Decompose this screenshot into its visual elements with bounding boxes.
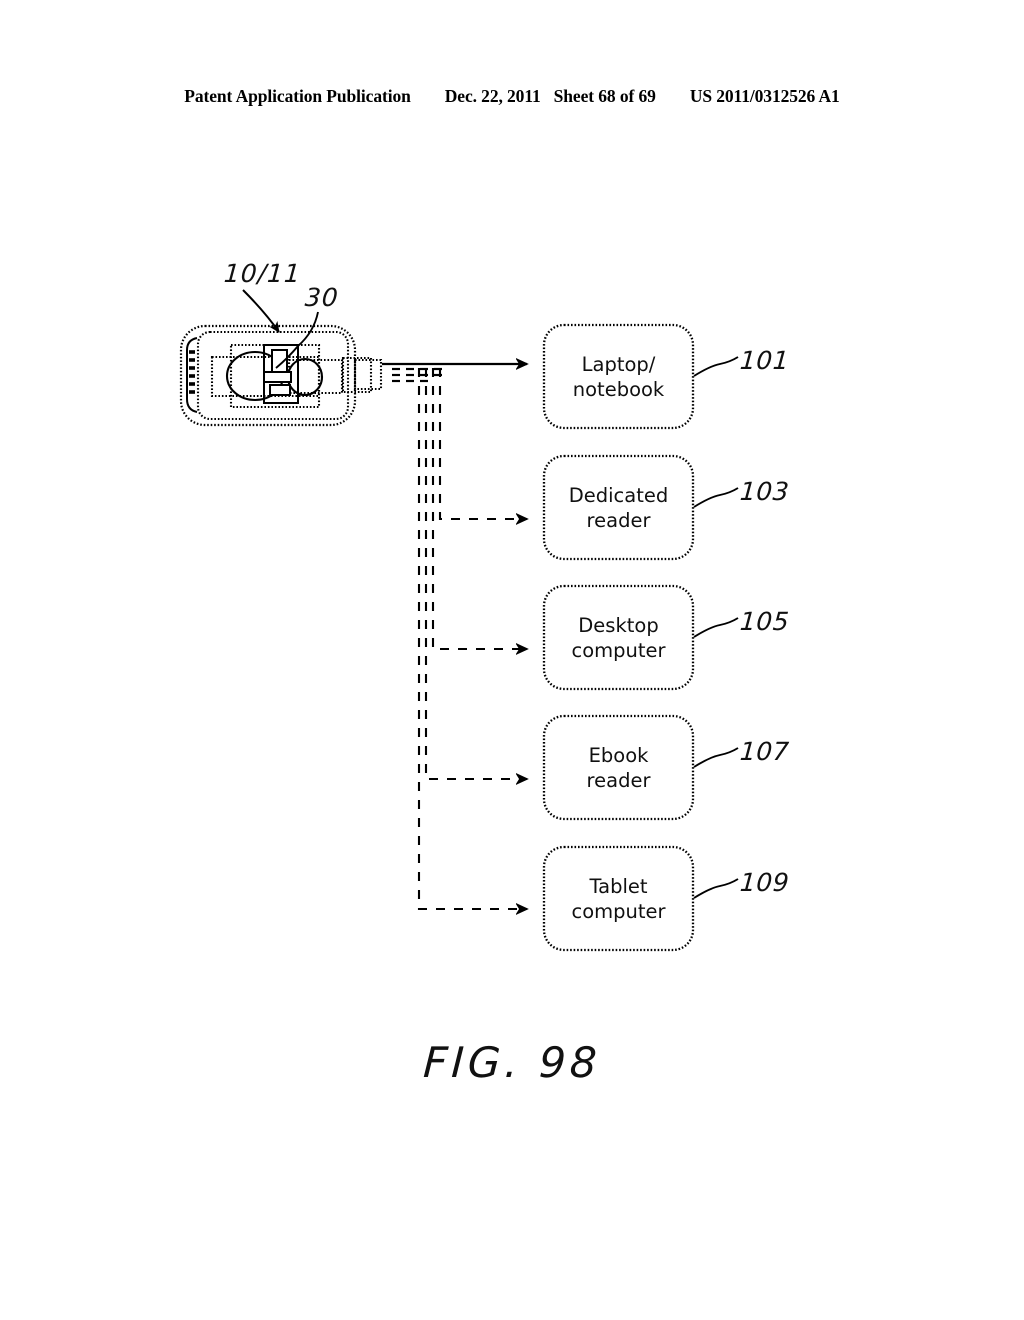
leader-line-105 bbox=[693, 617, 739, 638]
leader-line-109 bbox=[693, 878, 739, 899]
box-tablet-computer[interactable] bbox=[542, 845, 695, 952]
leader-line-101 bbox=[693, 356, 739, 377]
device-connector-tip bbox=[353, 358, 383, 391]
box-laptop-notebook[interactable] bbox=[542, 323, 695, 430]
box-ebook-reader[interactable] bbox=[542, 714, 695, 821]
figure-98-diagram bbox=[179, 289, 739, 952]
box-desktop-computer[interactable] bbox=[542, 584, 695, 691]
device-component-30-mid bbox=[263, 371, 292, 383]
ref-label-103: 103 bbox=[738, 477, 791, 506]
handheld-device-illustration bbox=[179, 324, 383, 427]
ref-label-105: 105 bbox=[738, 607, 791, 636]
arrow-to-ebook-reader bbox=[424, 368, 527, 779]
leader-line-103 bbox=[693, 487, 739, 508]
ref-label-device-10-11: 10/11 bbox=[222, 259, 303, 288]
arrow-to-desktop-computer bbox=[431, 368, 527, 649]
figure-caption: FIG. 98 bbox=[422, 1038, 602, 1087]
device-component-30-lower bbox=[269, 384, 291, 396]
arrow-to-dedicated-reader bbox=[438, 368, 527, 519]
ref-label-109: 109 bbox=[738, 868, 791, 897]
arrow-to-tablet-computer bbox=[417, 368, 527, 909]
box-dedicated-reader[interactable] bbox=[542, 454, 695, 561]
ref-label-component-30: 30 bbox=[303, 283, 340, 312]
ref-label-107: 107 bbox=[738, 737, 791, 766]
ref-label-101: 101 bbox=[738, 346, 791, 375]
data-signal-ticks bbox=[392, 367, 442, 383]
leader-line-107 bbox=[693, 747, 739, 768]
